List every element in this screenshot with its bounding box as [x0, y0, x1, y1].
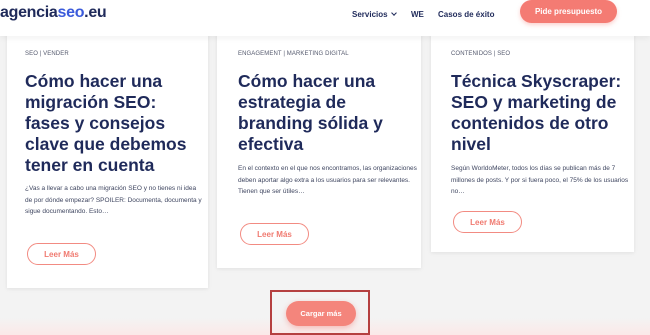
site-logo[interactable]: agenciaseo.eu — [0, 4, 107, 22]
card-title[interactable]: Técnica Skyscraper: SEO y marketing de c… — [451, 71, 631, 155]
logo-text-seo: seo — [57, 4, 85, 21]
card-excerpt: Según WorldoMeter, todos los días se pub… — [451, 165, 629, 195]
blog-card: SEO | VENDER Cómo hacer una migración SE… — [7, 30, 208, 288]
card-excerpt: ¿Vas a llevar a cabo una migración SEO y… — [25, 185, 202, 215]
read-more-button[interactable]: Leer Más — [240, 223, 309, 245]
blog-card: ENGAGEMENT | MARKETING DIGITAL Cómo hace… — [217, 30, 421, 268]
card-title[interactable]: Cómo hacer una migración SEO: fases y co… — [25, 71, 205, 176]
read-more-button[interactable]: Leer Más — [27, 243, 96, 265]
card-title[interactable]: Cómo hacer una estrategia de branding só… — [238, 71, 416, 155]
nav-item-label: Servicios — [352, 10, 388, 19]
site-header: agenciaseo.eu Servicios WE Casos de éxit… — [0, 0, 650, 36]
card-tags[interactable]: SEO | VENDER — [25, 51, 69, 57]
nav-item-servicios[interactable]: Servicios — [352, 10, 397, 19]
nav-item-we[interactable]: WE — [411, 10, 424, 19]
card-excerpt: En el contexto en el que nos encontramos… — [238, 165, 417, 195]
chevron-down-icon — [390, 10, 397, 16]
request-quote-button[interactable]: Pide presupuesto — [520, 0, 617, 23]
load-more-button[interactable]: Cargar más — [286, 301, 356, 326]
card-tags[interactable]: ENGAGEMENT | MARKETING DIGITAL — [238, 51, 349, 57]
read-more-button[interactable]: Leer Más — [453, 211, 522, 233]
nav-item-casos-de-exito[interactable]: Casos de éxito — [438, 10, 494, 19]
logo-text-domain: .eu — [84, 4, 107, 21]
blog-card: CONTENIDOS | SEO Técnica Skyscraper: SEO… — [431, 30, 634, 252]
logo-text-agencia: agencia — [0, 4, 58, 21]
load-more-highlight: Cargar más — [270, 290, 370, 335]
card-tags[interactable]: CONTENIDOS | SEO — [451, 51, 510, 57]
